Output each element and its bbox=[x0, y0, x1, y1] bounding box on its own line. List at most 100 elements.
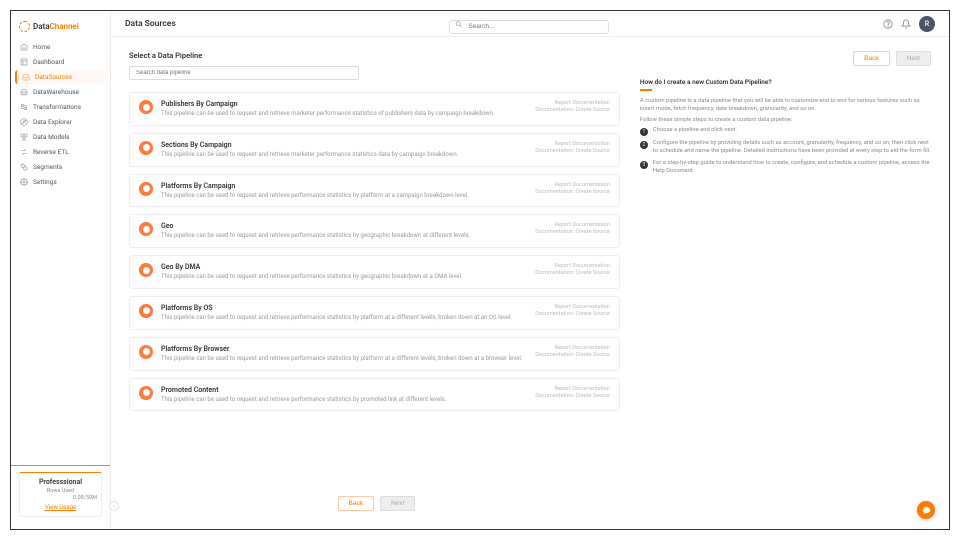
view-usage-link[interactable]: View Usage bbox=[45, 504, 76, 511]
settings-icon bbox=[20, 178, 28, 186]
pipeline-search-input[interactable] bbox=[129, 66, 359, 80]
report-doc-link[interactable]: Report Documentation bbox=[555, 100, 610, 106]
sidebar-item-reverse-etl[interactable]: Reverse ETL bbox=[15, 145, 106, 159]
reverse-icon bbox=[20, 148, 28, 156]
section-label: Select a Data Pipeline bbox=[129, 51, 624, 60]
back-button-top[interactable]: Back bbox=[853, 51, 889, 66]
sidebar-item-datawarehouse[interactable]: DataWarehouse bbox=[15, 85, 106, 99]
pipeline-source-icon bbox=[139, 304, 153, 318]
next-button-top[interactable]: Next bbox=[896, 51, 931, 66]
pipeline-list: Publishers By Campaign This pipeline can … bbox=[129, 92, 624, 486]
step-number-badge: 3 bbox=[640, 161, 648, 169]
pipeline-meta: Report DocumentationDocumentation: Creat… bbox=[535, 182, 610, 200]
pipeline-title: Promoted Content bbox=[161, 386, 527, 394]
search-wrap bbox=[449, 13, 609, 34]
back-button-bottom[interactable]: Back bbox=[338, 496, 374, 511]
report-doc-link[interactable]: Report Documentation bbox=[555, 222, 610, 228]
next-button-bottom[interactable]: Next bbox=[380, 496, 415, 511]
sidebar-item-datasources[interactable]: DataSources bbox=[15, 70, 106, 84]
sidebar-collapse-handle[interactable]: ‹ bbox=[109, 501, 119, 511]
report-doc-link[interactable]: Report Documentation bbox=[555, 345, 610, 351]
report-doc-link[interactable]: Report Documentation bbox=[555, 304, 610, 310]
report-doc-link[interactable]: Report Documentation bbox=[555, 386, 610, 392]
sidebar-item-label: Data Explorer bbox=[33, 118, 72, 126]
step-number-badge: 1 bbox=[640, 128, 648, 136]
create-source-doc-link[interactable]: Documentation: Create Source bbox=[535, 107, 610, 113]
sidebar-item-data-models[interactable]: Data Models bbox=[15, 130, 106, 144]
step-text: Configure the pipeline by providing deta… bbox=[653, 140, 931, 156]
pipeline-card[interactable]: Publishers By CampaignThis pipeline can … bbox=[129, 92, 620, 126]
sidebar-item-dashboard[interactable]: Dashboard bbox=[15, 55, 106, 69]
sidebar-item-settings[interactable]: Settings bbox=[15, 175, 106, 189]
help-icon[interactable] bbox=[883, 19, 893, 29]
create-source-doc-link[interactable]: Documentation: Create Source bbox=[535, 189, 610, 195]
chat-bubble-button[interactable] bbox=[917, 501, 935, 519]
sidebar-item-home[interactable]: Home bbox=[15, 40, 106, 54]
bell-icon[interactable] bbox=[901, 19, 911, 29]
create-source-doc-link[interactable]: Documentation: Create Source bbox=[535, 393, 610, 399]
sidebar-item-label: Transformations bbox=[33, 103, 81, 111]
sidebar-item-label: Settings bbox=[33, 178, 57, 186]
topbar-actions: R bbox=[883, 16, 935, 32]
pipeline-card[interactable]: Promoted Content This pipeline can be use… bbox=[129, 378, 620, 412]
pipeline-text: Geo By DMAThis pipeline can be used to r… bbox=[161, 263, 527, 281]
pipeline-card[interactable]: Platforms By Browser This pipeline can be… bbox=[129, 337, 620, 371]
pipeline-text: Platforms By Browser This pipeline can be… bbox=[161, 345, 527, 363]
brand-first: Data bbox=[33, 22, 50, 31]
sidebar-item-segments[interactable]: Segments bbox=[15, 160, 106, 174]
transform-icon bbox=[20, 103, 28, 111]
nav-list: Home DashboardDataSourcesDataWarehouse Tra… bbox=[11, 40, 110, 190]
pipeline-source-icon bbox=[139, 222, 153, 236]
pipeline-card[interactable]: Sections By CampaignThis pipeline can be… bbox=[129, 133, 620, 167]
sidebar-item-label: Home bbox=[33, 43, 51, 51]
sidebar-footer: Professsional Rows Used 0.08/50M View Us… bbox=[11, 465, 110, 523]
help-title: How do I create a new Custom Data Pipeli… bbox=[640, 78, 931, 86]
explore-icon bbox=[20, 118, 28, 126]
create-source-doc-link[interactable]: Documentation: Create Source bbox=[535, 229, 610, 235]
brand-logo[interactable]: DataChannel bbox=[11, 17, 110, 40]
pipeline-description: This pipeline can be used to request and… bbox=[161, 314, 527, 322]
pipeline-description: This pipeline can be used to request and… bbox=[161, 355, 527, 363]
main-area: Data Sources R Select a Data Pipeline Pu… bbox=[111, 11, 949, 529]
pipeline-meta: Report DocumentationDocumentation: Creat… bbox=[535, 141, 610, 159]
pipeline-description: This pipeline can be used to request and… bbox=[161, 192, 527, 200]
global-search-input[interactable] bbox=[449, 20, 609, 34]
pipeline-source-icon bbox=[139, 141, 153, 155]
pipeline-card[interactable]: Platforms By OSThis pipeline can be used… bbox=[129, 296, 620, 330]
usage-value: 0.08/50M bbox=[24, 495, 97, 501]
pipeline-text: Platforms By CampaignThis pipeline can b… bbox=[161, 182, 527, 200]
footer-nav: Back Next bbox=[129, 486, 624, 515]
pipeline-title: Platforms By Browser bbox=[161, 345, 527, 353]
pipeline-source-icon bbox=[139, 386, 153, 400]
sidebar-item-data-explorer[interactable]: Data Explorer bbox=[15, 115, 106, 129]
report-doc-link[interactable]: Report Documentation bbox=[555, 263, 610, 269]
report-doc-link[interactable]: Report Documentation bbox=[555, 141, 610, 147]
create-source-doc-link[interactable]: Documentation: Create Source bbox=[535, 311, 610, 317]
report-doc-link[interactable]: Report Documentation bbox=[555, 182, 610, 188]
sidebar-item-transformations[interactable]: Transformations bbox=[15, 100, 106, 114]
pipeline-source-icon bbox=[139, 182, 153, 196]
create-source-doc-link[interactable]: Documentation: Create Source bbox=[535, 352, 610, 358]
content: Select a Data Pipeline Publishers By Cam… bbox=[111, 37, 949, 529]
create-source-doc-link[interactable]: Documentation: Create Source bbox=[535, 148, 610, 154]
inbox-icon bbox=[22, 73, 30, 81]
avatar[interactable]: R bbox=[919, 16, 935, 32]
pipeline-description: This pipeline can be used to request and… bbox=[161, 396, 527, 404]
pipeline-text: Platforms By OSThis pipeline can be used… bbox=[161, 304, 527, 322]
pipeline-text: Sections By CampaignThis pipeline can be… bbox=[161, 141, 527, 159]
pipeline-meta: Report DocumentationDocumentation: Creat… bbox=[535, 263, 610, 281]
warehouse-icon bbox=[20, 88, 28, 96]
pipeline-card[interactable]: Geo By DMAThis pipeline can be used to r… bbox=[129, 255, 620, 289]
help-step: 3For a step-by-step guide to understand … bbox=[640, 160, 931, 176]
pipeline-source-icon bbox=[139, 100, 153, 114]
pipeline-card[interactable]: Platforms By CampaignThis pipeline can b… bbox=[129, 174, 620, 208]
pipeline-meta: Report DocumentationDocumentation: Creat… bbox=[535, 222, 610, 240]
pipeline-text: GeoThis pipeline can be used to request … bbox=[161, 222, 527, 240]
pipeline-text: Publishers By CampaignThis pipeline can … bbox=[161, 100, 527, 118]
pipeline-card[interactable]: GeoThis pipeline can be used to request … bbox=[129, 214, 620, 248]
segments-icon bbox=[20, 163, 28, 171]
pipeline-title: Publishers By Campaign bbox=[161, 100, 527, 108]
create-source-doc-link[interactable]: Documentation: Create Source bbox=[535, 270, 610, 276]
pipeline-title: Geo By DMA bbox=[161, 263, 527, 271]
pipeline-title: Geo bbox=[161, 222, 527, 230]
